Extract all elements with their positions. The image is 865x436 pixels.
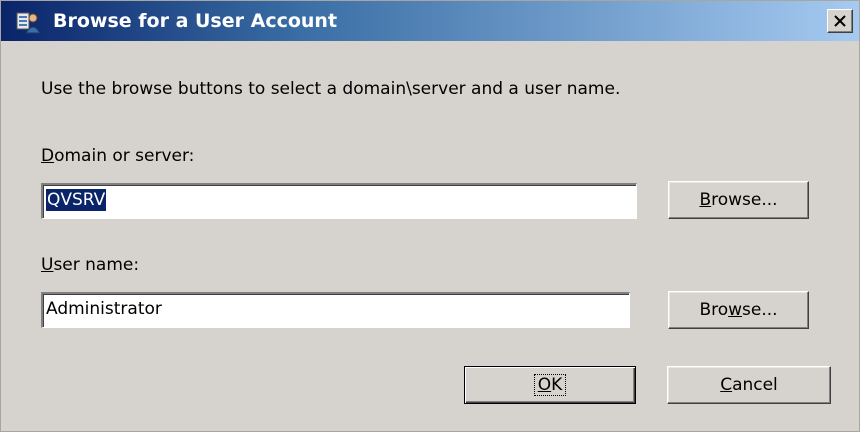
close-button[interactable] — [827, 9, 853, 33]
instructions-text: Use the browse buttons to select a domai… — [41, 79, 621, 99]
cancel-access-key: C — [720, 375, 733, 395]
ok-button[interactable]: OK — [464, 366, 636, 404]
browse-domain-button[interactable]: Browse... — [668, 181, 809, 219]
browse-user-access-key: w — [728, 300, 743, 320]
window-title: Browse for a User Account — [53, 10, 338, 32]
user-name-label: User name: — [41, 255, 139, 275]
cancel-label: ancel — [732, 375, 778, 395]
user-name-input-value: Administrator — [46, 299, 162, 319]
ok-focus-rect: OK — [533, 374, 567, 396]
ok-access-key: O — [537, 375, 552, 395]
cancel-button[interactable]: Cancel — [667, 366, 831, 404]
browse-user-button[interactable]: Browse... — [668, 291, 809, 329]
domain-label-access-key: D — [41, 146, 55, 166]
user-label-text: ser name: — [53, 255, 140, 275]
close-icon — [834, 15, 846, 27]
domain-input[interactable]: QVSRV — [41, 183, 637, 219]
browse-domain-label: rowse... — [711, 190, 778, 210]
title-bar[interactable]: Browse for a User Account — [1, 1, 859, 41]
browse-domain-access-key: B — [699, 190, 712, 210]
domain-label-text: omain or server: — [54, 146, 195, 166]
ok-label: K — [551, 375, 563, 395]
browse-user-account-dialog: Browse for a User Account Use the browse… — [0, 0, 860, 432]
browse-user-label: se... — [742, 300, 778, 320]
browse-user-label-prefix: Bro — [699, 300, 729, 320]
user-name-input[interactable]: Administrator — [41, 292, 630, 328]
user-account-icon — [15, 9, 41, 35]
domain-input-value: QVSRV — [46, 189, 107, 211]
domain-label: Domain or server: — [41, 146, 194, 166]
user-label-access-key: U — [41, 255, 54, 275]
